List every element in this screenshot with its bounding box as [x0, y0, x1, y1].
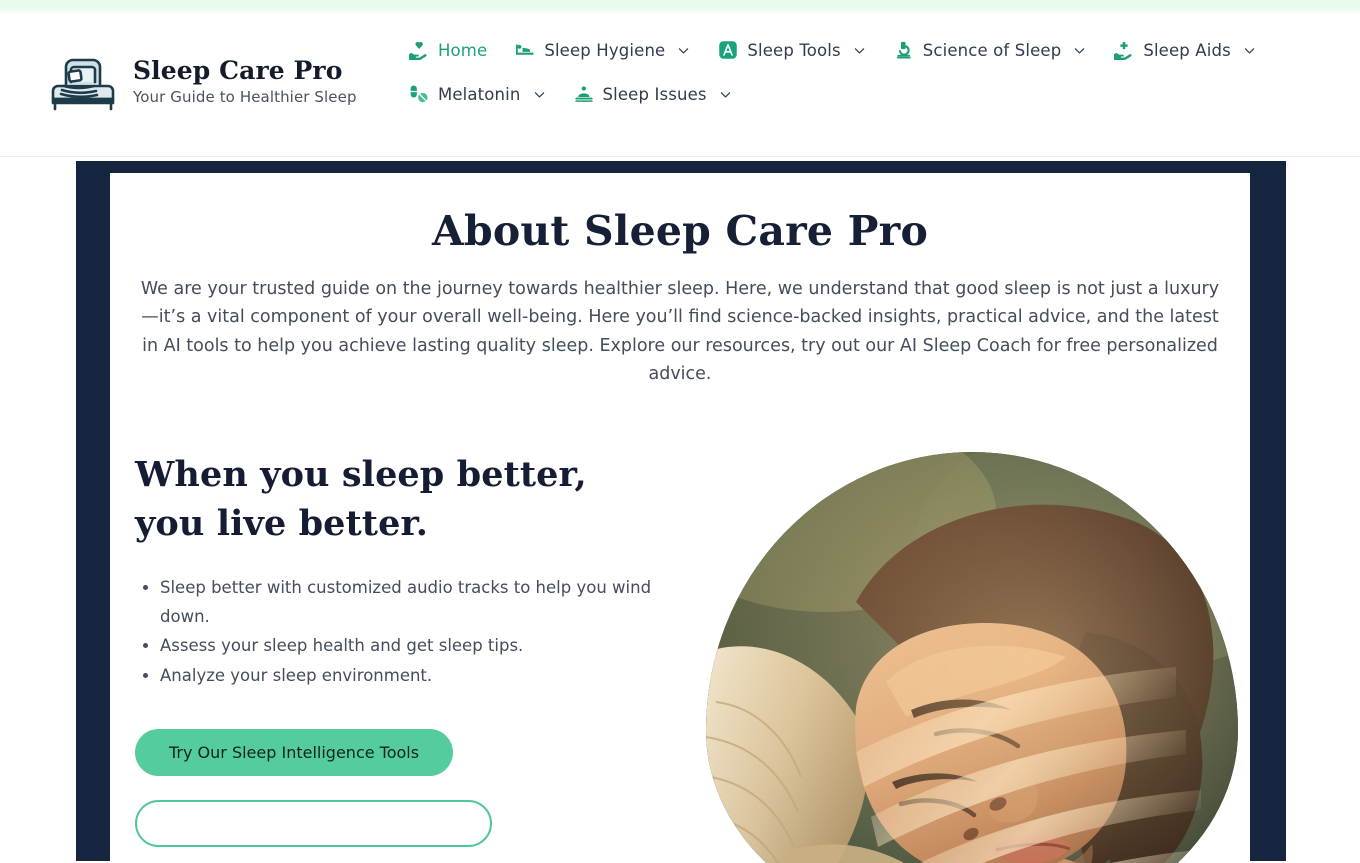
nav-item-label: Science of Sleep [922, 40, 1062, 60]
chevron-down-icon [720, 91, 730, 98]
nav-item-label: Melatonin [438, 84, 521, 104]
nav-item-sleep-aids[interactable]: Sleep Aids [1100, 35, 1270, 65]
chevron-down-icon [1075, 47, 1085, 54]
nav-item-sleep-tools[interactable]: Sleep Tools [704, 35, 879, 65]
nav-item-label: Sleep Aids [1143, 40, 1231, 60]
chevron-down-icon [1244, 47, 1255, 54]
nav-item-sleep-issues[interactable]: Sleep Issues [560, 79, 746, 109]
brand-title: Sleep Care Pro [133, 55, 343, 85]
app-store-icon [719, 41, 738, 59]
sleeping-woman-photo-wrapper [706, 452, 1238, 863]
feature-list: Sleep better with customized audio track… [135, 574, 694, 690]
bed-icon [51, 58, 115, 111]
person-in-bed-icon [574, 86, 593, 102]
list-item: Analyze your sleep environment. [160, 662, 660, 690]
hand-holding-medical-icon [1114, 42, 1132, 60]
try-sleep-intelligence-tools-button[interactable]: Try Our Sleep Intelligence Tools [135, 728, 454, 776]
nav-item-home[interactable]: Home [395, 35, 501, 65]
intro-paragraph: We are your trusted guide on the journey… [140, 279, 1220, 385]
photo-artwork [706, 452, 1238, 863]
nav-row-1: Home Sleep Hygiene Sleep Tools Science o… [395, 35, 1270, 65]
main-navigation: Home Sleep Hygiene Sleep Tools Science o… [395, 35, 1255, 109]
nav-item-label: Sleep Tools [747, 40, 841, 60]
nav-row-2: Melatonin Sleep Issues [395, 79, 746, 109]
sleeping-woman-photo [706, 452, 1238, 863]
nav-item-label: Sleep Hygiene [544, 40, 666, 60]
top-accent-strip [0, 0, 1360, 13]
nav-item-label: Sleep Issues [602, 84, 707, 104]
content-card: About Sleep Care Pro We are your trusted… [110, 173, 1250, 863]
hero-text-column: When you sleep better, you live better. … [134, 450, 694, 849]
chevron-down-icon [679, 47, 689, 54]
lead-heading: When you sleep better, you live better. [135, 454, 587, 545]
hero-section: When you sleep better, you live better. … [110, 388, 1250, 863]
chevron-down-icon [534, 91, 544, 98]
microscope-icon [896, 41, 911, 59]
nav-item-label: Home [438, 40, 488, 60]
page-title: About Sleep Care Pro [431, 207, 929, 255]
brand-logo-link[interactable]: Sleep Care Pro Your Guide to Healthier S… [49, 52, 357, 112]
nav-item-melatonin[interactable]: Melatonin [395, 79, 560, 109]
hand-holding-heart-icon [409, 41, 427, 60]
secondary-cta-button[interactable] [135, 799, 492, 847]
brand-tagline: Your Guide to Healthier Sleep [133, 87, 357, 106]
list-item: Sleep better with customized audio track… [160, 574, 660, 631]
hero-image-column [694, 450, 1250, 863]
nav-item-science-of-sleep[interactable]: Science of Sleep [880, 35, 1101, 65]
nav-item-sleep-hygiene[interactable]: Sleep Hygiene [501, 35, 704, 65]
content-frame: About Sleep Care Pro We are your trusted… [76, 161, 1286, 863]
chevron-down-icon [854, 47, 864, 54]
bed-person-icon [516, 44, 534, 55]
pills-icon [410, 85, 428, 103]
site-header: Sleep Care Pro Your Guide to Healthier S… [0, 13, 1360, 157]
list-item: Assess your sleep health and get sleep t… [160, 632, 660, 660]
